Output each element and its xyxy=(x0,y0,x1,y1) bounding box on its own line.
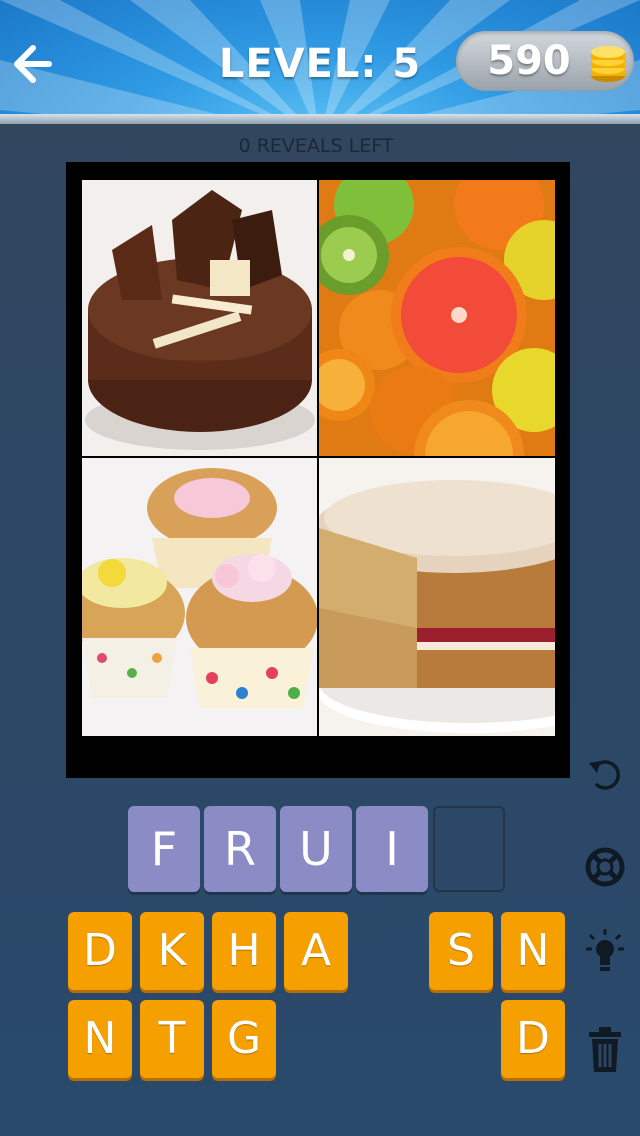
answer-slot-5[interactable] xyxy=(433,806,505,892)
letter-tile[interactable]: D xyxy=(501,1000,565,1078)
level-title: LEVEL: 5 xyxy=(218,41,422,87)
top-bar: LEVEL: 5 590 xyxy=(0,0,640,114)
lifebuoy-icon xyxy=(585,847,625,887)
lightbulb-icon xyxy=(586,929,624,971)
answer-slot-2[interactable]: R xyxy=(204,806,276,892)
back-arrow-icon xyxy=(14,45,52,83)
letter-tile[interactable]: K xyxy=(140,912,204,990)
photo-chocolate-cake xyxy=(82,180,317,456)
hint-button[interactable] xyxy=(582,926,628,976)
letter-tile[interactable]: D xyxy=(68,912,132,990)
lifebuoy-button[interactable] xyxy=(582,842,628,892)
photo-sponge-cake xyxy=(319,458,555,736)
reveals-left-label: 0 REVEALS LEFT xyxy=(238,135,394,157)
trash-icon xyxy=(589,1027,621,1072)
letter-tile[interactable]: G xyxy=(212,1000,276,1078)
answer-slot-1[interactable]: F xyxy=(128,806,200,892)
photo-cupcakes xyxy=(82,458,317,736)
coin-stack-icon xyxy=(591,46,625,82)
photo-citrus-fruits xyxy=(319,180,555,456)
coin-count: 590 xyxy=(487,38,571,84)
letter-tile[interactable]: N xyxy=(68,1000,132,1078)
back-button[interactable] xyxy=(6,34,56,94)
letter-tile[interactable]: A xyxy=(284,912,348,990)
letter-tile[interactable]: N xyxy=(501,912,565,990)
letter-tile[interactable]: H xyxy=(212,912,276,990)
answer-slot-4[interactable]: I xyxy=(356,806,428,892)
coin-counter[interactable]: 590 xyxy=(456,31,634,91)
undo-button[interactable] xyxy=(582,748,628,798)
undo-icon xyxy=(589,760,621,790)
answer-slot-3[interactable]: U xyxy=(280,806,352,892)
picture-grid xyxy=(66,162,570,778)
letter-tile[interactable]: S xyxy=(429,912,493,990)
letter-tile[interactable]: T xyxy=(140,1000,204,1078)
header-divider xyxy=(0,114,640,124)
remove-letters-button[interactable] xyxy=(582,1024,628,1074)
